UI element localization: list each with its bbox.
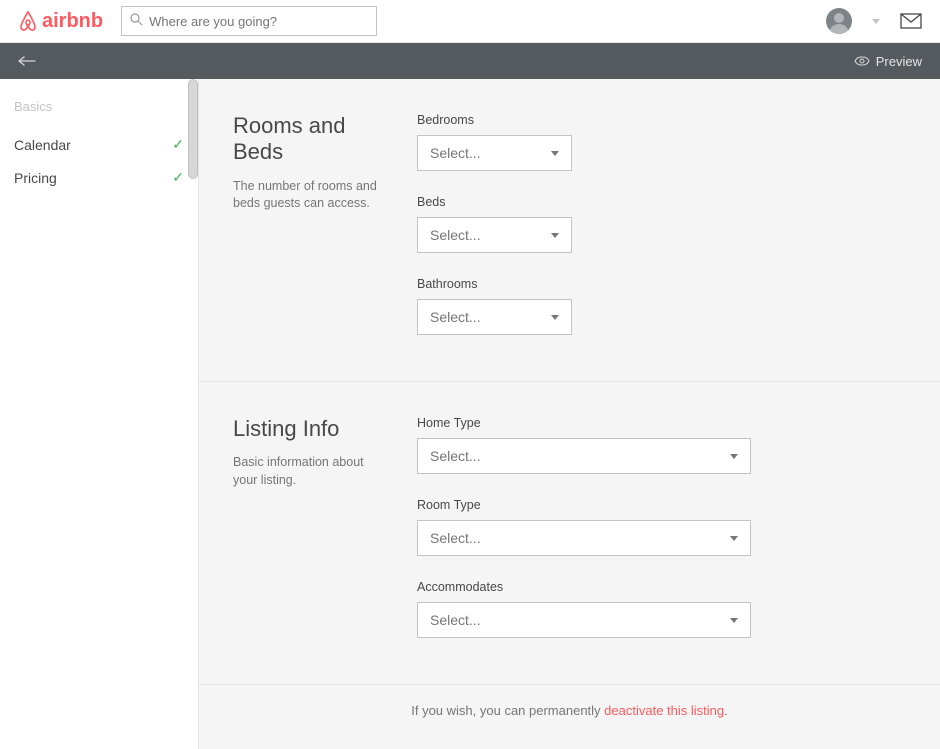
select-value: Select...: [430, 530, 481, 546]
select-value: Select...: [430, 227, 481, 243]
chevron-down-icon: [730, 536, 738, 541]
section-desc: Basic information about your listing.: [233, 454, 389, 489]
deactivate-footer: If you wish, you can permanently deactiv…: [199, 685, 940, 744]
section-desc: The number of rooms and beds guests can …: [233, 178, 389, 213]
user-menu-chevron-icon[interactable]: [872, 19, 880, 24]
chevron-down-icon: [551, 233, 559, 238]
select-beds[interactable]: Select...: [417, 217, 572, 253]
app-header: airbnb: [0, 0, 940, 43]
preview-button[interactable]: Preview: [854, 54, 922, 69]
sidebar-item-pricing[interactable]: Pricing ✓: [14, 161, 184, 194]
select-value: Select...: [430, 612, 481, 628]
main-content: Rooms and Beds The number of rooms and b…: [198, 79, 940, 749]
section-title: Rooms and Beds: [233, 113, 389, 166]
check-icon: ✓: [172, 169, 184, 186]
select-accommodates[interactable]: Select...: [417, 602, 751, 638]
sidebar-group-title: Basics: [14, 99, 184, 114]
sidebar-item-calendar[interactable]: Calendar ✓: [14, 128, 184, 161]
select-bedrooms[interactable]: Select...: [417, 135, 572, 171]
search-input[interactable]: [149, 14, 368, 29]
select-home-type[interactable]: Select...: [417, 438, 751, 474]
chevron-down-icon: [730, 618, 738, 623]
section-listing-info: Listing Info Basic information about you…: [199, 382, 940, 685]
select-bathrooms[interactable]: Select...: [417, 299, 572, 335]
brand-logo[interactable]: airbnb: [18, 10, 103, 33]
search-input-container[interactable]: [121, 6, 377, 36]
field-label-beds: Beds: [417, 195, 906, 209]
section-title: Listing Info: [233, 416, 389, 442]
field-label-bathrooms: Bathrooms: [417, 277, 906, 291]
eye-icon: [854, 54, 870, 69]
chevron-down-icon: [730, 454, 738, 459]
sidebar-scrollbar[interactable]: [188, 79, 198, 179]
deactivate-link[interactable]: deactivate this listing: [604, 703, 724, 718]
chevron-down-icon: [551, 151, 559, 156]
header-right: [826, 8, 922, 34]
back-arrow-icon[interactable]: [18, 54, 36, 69]
check-icon: ✓: [172, 136, 184, 153]
mail-icon[interactable]: [900, 13, 922, 29]
field-label-bedrooms: Bedrooms: [417, 113, 906, 127]
sidebar-item-label: Pricing: [14, 170, 57, 186]
sidebar-item-label: Calendar: [14, 137, 71, 153]
field-label-home-type: Home Type: [417, 416, 906, 430]
toolbar: Preview: [0, 43, 940, 79]
section-rooms-beds: Rooms and Beds The number of rooms and b…: [199, 79, 940, 382]
preview-label: Preview: [876, 54, 922, 69]
search-icon: [130, 13, 143, 29]
field-label-accommodates: Accommodates: [417, 580, 906, 594]
chevron-down-icon: [551, 315, 559, 320]
field-label-room-type: Room Type: [417, 498, 906, 512]
avatar[interactable]: [826, 8, 852, 34]
select-value: Select...: [430, 145, 481, 161]
footer-suffix: .: [724, 703, 728, 718]
footer-prefix: If you wish, you can permanently: [411, 703, 604, 718]
airbnb-logo-icon: [18, 10, 38, 32]
brand-text: airbnb: [42, 10, 103, 33]
select-value: Select...: [430, 448, 481, 464]
select-room-type[interactable]: Select...: [417, 520, 751, 556]
select-value: Select...: [430, 309, 481, 325]
sidebar: Basics Calendar ✓ Pricing ✓: [0, 79, 198, 749]
